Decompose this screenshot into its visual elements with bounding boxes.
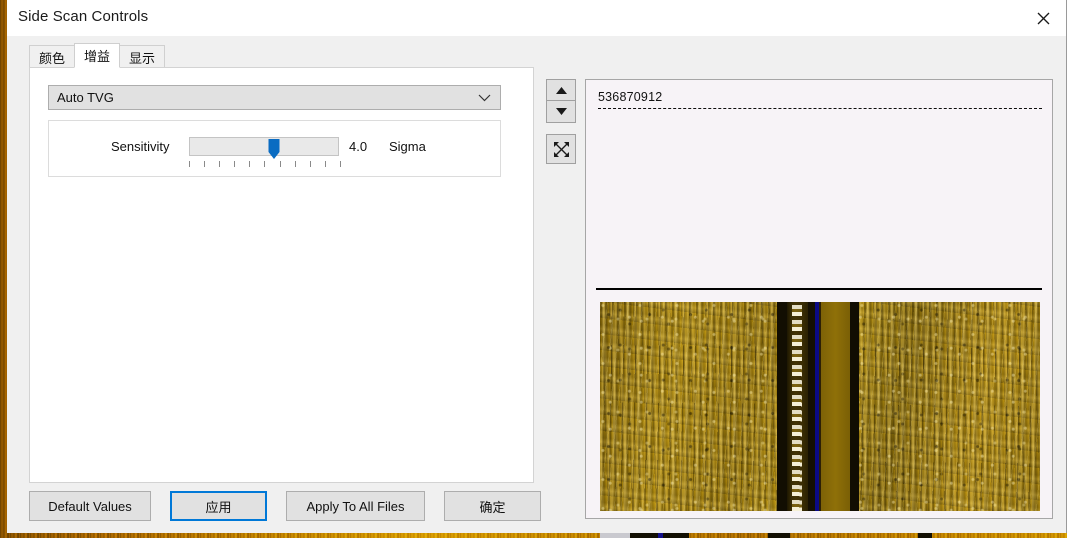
tvg-mode-selected-value: Auto TVG	[49, 90, 114, 105]
tab-display-label: 显示	[129, 48, 155, 67]
expand-view-button[interactable]	[546, 134, 576, 164]
sensitivity-value: 4.0	[349, 139, 367, 154]
apply-button-label: 应用	[205, 497, 231, 516]
waterfall-nadir-olive	[821, 302, 850, 511]
echo-trace-area: 536870912	[596, 87, 1042, 287]
tvg-mode-select[interactable]: Auto TVG	[48, 85, 501, 110]
default-values-button[interactable]: Default Values	[29, 491, 151, 521]
side-scan-controls-dialog: Side Scan Controls 颜色 增益 显示 Auto TVG	[7, 0, 1067, 533]
dialog-button-bar: Default Values 应用 Apply To All Files 确定	[29, 491, 560, 521]
sensitivity-unit: Sigma	[389, 139, 426, 154]
waterfall-nadir-dark-right	[850, 302, 859, 511]
sensitivity-slider-thumb[interactable]	[268, 139, 279, 160]
dialog-content: 颜色 增益 显示 Auto TVG Sensitivity	[7, 36, 1066, 533]
echo-scale-value: 536870912	[598, 90, 662, 104]
title-bar: Side Scan Controls	[7, 0, 1066, 36]
echo-baseline	[596, 288, 1042, 290]
triangle-up-icon	[556, 87, 567, 94]
triangle-down-icon	[556, 108, 567, 115]
ok-button[interactable]: 确定	[444, 491, 541, 521]
sensitivity-group: Sensitivity 4.0 Sigma	[48, 120, 501, 177]
tab-gain[interactable]: 增益	[74, 43, 120, 68]
tab-gain-label: 增益	[84, 46, 110, 65]
sensitivity-slider-ticks	[189, 161, 341, 168]
apply-button[interactable]: 应用	[170, 491, 267, 521]
waterfall-nadir-dark-left	[777, 302, 788, 511]
default-values-button-label: Default Values	[48, 499, 132, 514]
expand-arrows-icon	[553, 141, 570, 158]
ok-button-label: 确定	[479, 497, 505, 516]
tab-colors[interactable]: 颜色	[29, 45, 75, 68]
chevron-down-icon	[478, 86, 491, 109]
sonar-preview-panel[interactable]: 536870912	[585, 79, 1053, 519]
sonar-waterfall-image[interactable]	[600, 302, 1040, 511]
close-icon	[1037, 12, 1050, 25]
sensitivity-slider[interactable]	[189, 137, 339, 156]
gain-tab-page: Auto TVG Sensitivity	[29, 67, 534, 483]
scroll-down-button[interactable]	[546, 101, 576, 123]
sensitivity-label: Sensitivity	[111, 139, 170, 154]
preview-side-controls	[546, 79, 576, 164]
tab-strip: 颜色 增益 显示	[29, 43, 164, 68]
close-button[interactable]	[1020, 0, 1066, 36]
tab-display[interactable]: 显示	[119, 45, 165, 68]
tab-colors-label: 颜色	[39, 48, 65, 67]
window-title: Side Scan Controls	[18, 8, 148, 25]
waterfall-bottom-return-trace	[792, 302, 802, 511]
apply-to-all-files-button[interactable]: Apply To All Files	[286, 491, 425, 521]
echo-dashed-line	[598, 108, 1042, 109]
apply-to-all-files-button-label: Apply To All Files	[306, 499, 404, 514]
scroll-up-button[interactable]	[546, 79, 576, 101]
waterfall-nadir-dark-mid	[808, 302, 815, 511]
